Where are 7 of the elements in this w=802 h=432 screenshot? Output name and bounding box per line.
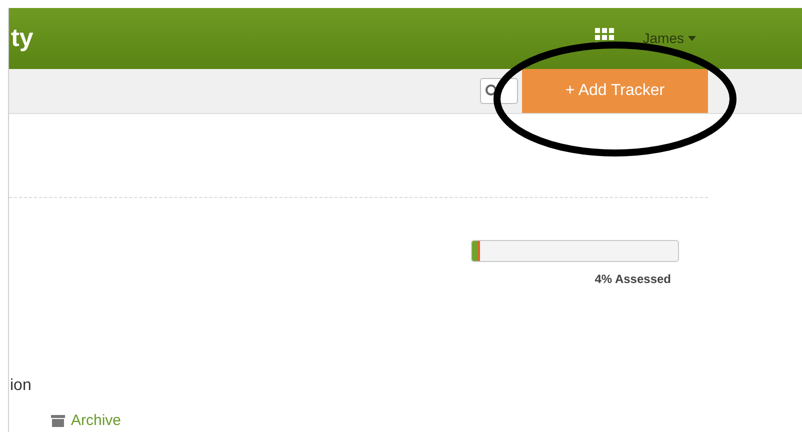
user-menu[interactable]: James [642,28,696,49]
add-tracker-button[interactable]: + Add Tracker [522,68,708,113]
section-title: ion [9,376,32,396]
app-title: ty [11,22,34,54]
archive-icon [51,414,65,427]
progress-reading: 4% Assessed [594,270,671,288]
archive-link[interactable]: Archive [71,410,122,432]
